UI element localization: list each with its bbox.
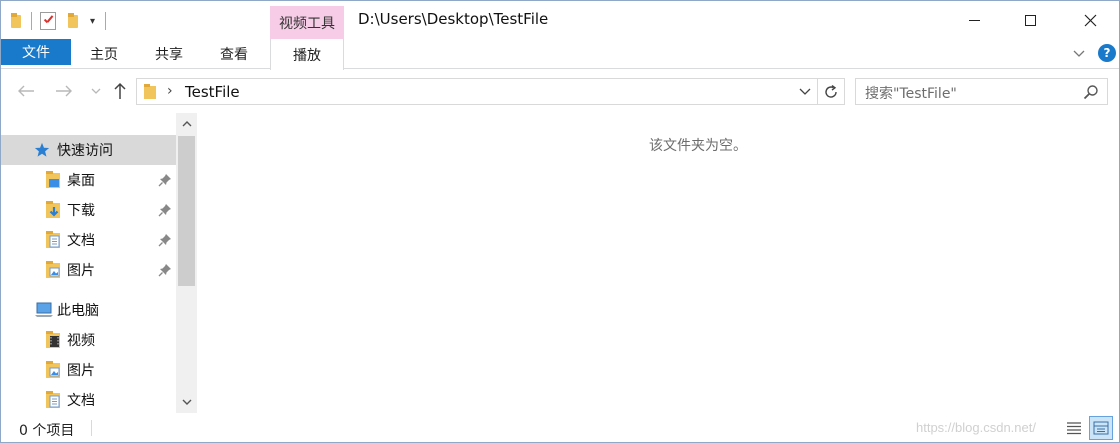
sidebar-item-label: 桌面 (67, 173, 95, 189)
sidebar-item-label: 此电脑 (57, 303, 99, 319)
close-icon (1084, 14, 1096, 26)
sidebar-item-downloads[interactable]: 下载 (1, 195, 176, 225)
minimize-icon (968, 19, 980, 21)
scroll-down-button[interactable] (176, 391, 197, 413)
large-icons-view-icon (1093, 421, 1109, 435)
quick-access-toolbar: ▾ (9, 10, 114, 32)
search-icon[interactable] (1083, 84, 1099, 100)
pin-icon[interactable] (158, 233, 172, 247)
title-bar: ▾ 视频工具 D:\Users\Desktop\TestFile (1, 1, 1119, 39)
ribbon-tabs: 文件 主页 共享 查看 播放 ? (1, 39, 1119, 70)
navigation-pane: 快速访问 桌面 下载 文档 图片 此电脑 视频 图片 文档 (1, 113, 197, 413)
watermark: https://blog.csdn.net/ (916, 420, 1036, 435)
status-separator (91, 420, 92, 436)
chevron-down-icon (182, 399, 191, 405)
tab-view[interactable]: 查看 (206, 39, 262, 69)
documents-folder-icon (46, 391, 60, 408)
sidebar-item-label: 快速访问 (57, 143, 113, 159)
search-input[interactable]: 搜索"TestFile" (855, 78, 1108, 105)
address-bar[interactable]: › TestFile (136, 78, 818, 105)
explorer-window: ▾ 视频工具 D:\Users\Desktop\TestFile 文件 主页 共… (0, 0, 1120, 443)
navigation-bar: › TestFile 搜索"TestFile" (1, 70, 1119, 112)
sidebar-item-this-pc[interactable]: 此电脑 (1, 295, 176, 325)
new-folder-icon[interactable] (66, 13, 80, 29)
sidebar-item-label: 下载 (67, 203, 95, 219)
item-count: 0 个项目 (19, 423, 75, 439)
customize-dropdown-icon[interactable]: ▾ (90, 16, 95, 27)
sidebar-item-quick-access[interactable]: 快速访问 (1, 135, 176, 165)
sidebar-item-pictures[interactable]: 图片 (1, 255, 176, 285)
star-icon (34, 142, 50, 157)
sidebar-item-label: 文档 (67, 393, 95, 409)
back-button[interactable] (15, 80, 37, 102)
breadcrumb-chevron-icon[interactable]: › (167, 83, 173, 99)
pictures-folder-icon (46, 261, 60, 278)
minimize-button[interactable] (951, 1, 997, 39)
status-bar: 0 个项目 https://blog.csdn.net/ (1, 414, 1119, 442)
expand-ribbon-icon[interactable] (1071, 45, 1087, 61)
maximize-icon (1024, 14, 1036, 26)
refresh-icon (825, 84, 837, 98)
pin-icon[interactable] (158, 263, 172, 277)
qat-separator (105, 12, 107, 30)
downloads-folder-icon (46, 201, 60, 218)
folder-icon (9, 13, 23, 29)
close-button[interactable] (1067, 1, 1113, 39)
sidebar-item-documents[interactable]: 文档 (1, 225, 176, 255)
tab-play[interactable]: 播放 (270, 39, 344, 70)
window-title: D:\Users\Desktop\TestFile (358, 10, 549, 28)
sidebar-item-label: 图片 (67, 363, 95, 379)
chevron-down-icon (91, 88, 101, 94)
back-arrow-icon (18, 85, 34, 97)
scroll-thumb[interactable] (178, 136, 195, 286)
up-arrow-icon (114, 82, 126, 99)
sidebar-item-label: 视频 (67, 333, 95, 349)
desktop-folder-icon (46, 171, 60, 188)
properties-icon[interactable] (40, 12, 56, 30)
scroll-up-button[interactable] (176, 113, 197, 135)
tab-home[interactable]: 主页 (75, 39, 133, 69)
refresh-button[interactable] (818, 78, 845, 105)
sidebar-item-label: 图片 (67, 263, 95, 279)
qat-separator (31, 12, 32, 30)
sidebar-scrollbar[interactable] (176, 113, 197, 413)
file-list-pane[interactable]: 该文件夹为空。 (198, 113, 1118, 413)
maximize-button[interactable] (1007, 1, 1053, 39)
breadcrumb-testfile[interactable]: TestFile (185, 83, 240, 101)
search-placeholder: 搜索"TestFile" (865, 86, 957, 102)
address-dropdown-icon[interactable] (799, 86, 811, 96)
sidebar-item-desktop[interactable]: 桌面 (1, 165, 176, 195)
pin-icon[interactable] (158, 203, 172, 217)
tab-file[interactable]: 文件 (1, 39, 71, 65)
documents-folder-icon (46, 231, 60, 248)
tab-share[interactable]: 共享 (141, 39, 197, 69)
forward-arrow-icon (56, 85, 72, 97)
sidebar-item-label: 文档 (67, 233, 95, 249)
recent-locations-button[interactable] (85, 80, 107, 102)
details-view-button[interactable] (1063, 417, 1085, 439)
sidebar-item-pictures-pc[interactable]: 图片 (1, 355, 176, 385)
up-button[interactable] (109, 80, 131, 102)
pin-icon[interactable] (158, 173, 172, 187)
pictures-folder-icon (46, 361, 60, 378)
chevron-up-icon (182, 121, 191, 127)
folder-icon (144, 84, 156, 99)
sidebar-item-videos[interactable]: 视频 (1, 325, 176, 355)
sidebar-item-documents-pc[interactable]: 文档 (1, 385, 176, 415)
empty-folder-message: 该文件夹为空。 (649, 138, 747, 154)
videos-folder-icon (46, 331, 60, 348)
forward-button[interactable] (53, 80, 75, 102)
details-view-icon (1067, 422, 1081, 435)
computer-icon (35, 302, 53, 317)
video-tools-context-header: 视频工具 (270, 6, 344, 39)
help-icon[interactable]: ? (1098, 44, 1116, 62)
large-icons-view-button[interactable] (1089, 416, 1113, 440)
